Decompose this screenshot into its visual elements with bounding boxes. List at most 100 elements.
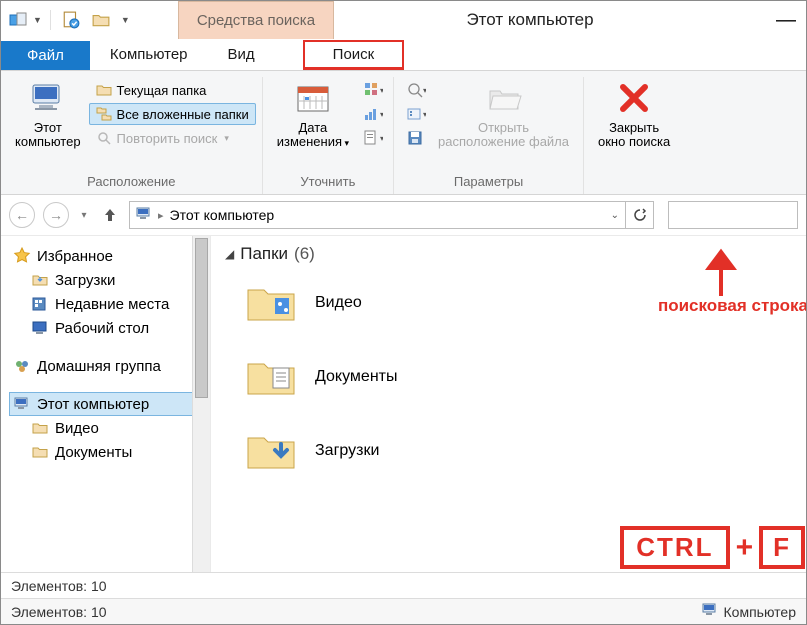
folder-open-icon — [485, 79, 523, 117]
search-again-icon — [96, 130, 112, 146]
key-f: F — [759, 526, 805, 569]
qat-properties-button[interactable] — [59, 8, 83, 32]
folder-icon — [245, 354, 297, 400]
key-ctrl: CTRL — [620, 526, 729, 569]
svg-text:▾: ▾ — [380, 86, 383, 95]
folder-icon — [245, 428, 297, 474]
calendar-icon — [294, 79, 332, 117]
repeat-search-button[interactable]: Повторить поиск ▾ — [89, 127, 256, 149]
recent-icon — [31, 295, 49, 313]
path-separator-icon[interactable]: ▸ — [158, 209, 164, 222]
group-label: Расположение — [87, 174, 175, 194]
ribbon-group-options: ▾ ▾ Открытьрасположение файла Параметры — [394, 77, 584, 194]
up-button[interactable] — [99, 204, 121, 226]
svg-text:▾: ▾ — [380, 134, 383, 143]
label: Этоткомпьютер — [15, 121, 81, 150]
tree-this-pc[interactable]: Этот компьютер — [9, 392, 210, 416]
save-search-button[interactable] — [406, 129, 426, 147]
tree-video[interactable]: Видео — [9, 416, 210, 440]
folder-icon — [31, 419, 49, 437]
group-label: Уточнить — [300, 174, 355, 194]
all-subfolders-button[interactable]: Все вложенные папки — [89, 103, 256, 125]
divider — [50, 10, 51, 30]
tree-documents[interactable]: Документы — [9, 440, 210, 464]
address-bar[interactable]: ▸ Этот компьютер ⌄ — [129, 201, 626, 229]
tree-homegroup[interactable]: Домашняя группа — [9, 354, 210, 378]
size-filter-button[interactable]: ▾ — [363, 105, 383, 123]
address-text: Этот компьютер — [170, 207, 275, 223]
computer-icon — [29, 79, 67, 117]
tree-recent-places[interactable]: Недавние места — [9, 292, 210, 316]
pc-icon — [136, 207, 152, 224]
window-title: Этот компьютер — [334, 10, 766, 30]
tab-file[interactable]: Файл — [1, 41, 90, 70]
other-props-button[interactable]: ▾ — [363, 129, 383, 147]
status-bar-outer: Элементов: 10 Компьютер — [1, 598, 806, 624]
forward-button[interactable]: → — [43, 202, 69, 228]
label: Датаизменения ▾ — [277, 121, 349, 150]
files-pane[interactable]: ◢ Папки (6) Видео Документы Загрузки пои… — [211, 236, 806, 572]
folder-icon — [31, 443, 49, 461]
close-icon — [615, 79, 653, 117]
computer-icon — [702, 603, 718, 620]
annotation-shortcut: CTRL + F — [620, 526, 805, 569]
folder-documents[interactable]: Документы — [225, 354, 792, 400]
tab-computer[interactable]: Компьютер — [90, 40, 208, 70]
folder-icon — [96, 82, 112, 98]
ribbon: Этоткомпьютер Текущая папка Все вложенны… — [1, 71, 806, 195]
homegroup-icon — [13, 357, 31, 375]
content-area: Избранное Загрузки Недавние места Рабочи… — [1, 235, 806, 572]
svg-text:▾: ▾ — [423, 86, 426, 95]
group-label: Параметры — [454, 174, 523, 194]
app-icon — [9, 12, 27, 28]
tab-view[interactable]: Вид — [208, 40, 275, 70]
status-bar-inner: Элементов: 10 — [1, 572, 806, 598]
tree-scrollbar[interactable] — [192, 236, 210, 572]
quick-access-toolbar: ▼ ▼ — [1, 1, 138, 39]
annotation-search-label: поисковая строка — [658, 296, 806, 316]
folder-downloads[interactable]: Загрузки — [225, 428, 792, 474]
title-bar: ▼ ▼ Средства поиска Этот компьютер — — [1, 1, 806, 39]
explorer-window: ▼ ▼ Средства поиска Этот компьютер — Фай… — [0, 0, 807, 625]
collapse-triangle-icon[interactable]: ◢ — [225, 247, 234, 261]
minimize-button[interactable]: — — [766, 1, 806, 39]
annotation-arrow-icon — [701, 246, 741, 299]
search-input[interactable] — [668, 201, 798, 229]
date-modified-button[interactable]: Датаизменения ▾ — [269, 77, 357, 150]
tree-favorites[interactable]: Избранное — [9, 244, 210, 268]
tree-desktop[interactable]: Рабочий стол — [9, 316, 210, 340]
current-folder-button[interactable]: Текущая папка — [89, 79, 256, 101]
advanced-options-button[interactable]: ▾ — [406, 105, 426, 123]
close-search-button[interactable]: Закрытьокно поиска — [590, 77, 678, 150]
folder-tree-icon — [96, 106, 112, 122]
open-file-location-button: Открытьрасположение файла — [430, 77, 577, 150]
svg-text:▾: ▾ — [380, 110, 383, 119]
desktop-icon — [31, 319, 49, 337]
history-dropdown-icon[interactable]: ▾ — [77, 208, 91, 222]
ribbon-tabstrip: Файл Компьютер Вид Поиск — [1, 39, 806, 71]
qat-new-folder-button[interactable] — [89, 8, 113, 32]
qat-customize-chevron-icon[interactable]: ▼ — [121, 15, 130, 25]
ribbon-group-close: Закрытьокно поиска — [584, 77, 684, 194]
address-dropdown-icon[interactable]: ⌄ — [611, 210, 619, 221]
label: Открытьрасположение файла — [438, 121, 569, 150]
refresh-button[interactable] — [626, 201, 654, 229]
label: Закрытьокно поиска — [598, 121, 670, 150]
app-menu-chevron-icon[interactable]: ▼ — [33, 15, 42, 25]
folder-icon — [245, 280, 297, 326]
computer-icon — [13, 395, 31, 413]
contextual-tab-header: Средства поиска — [178, 1, 334, 39]
ribbon-group-location: Этоткомпьютер Текущая папка Все вложенны… — [1, 77, 263, 194]
tab-search[interactable]: Поиск — [303, 40, 405, 70]
kind-filter-button[interactable]: ▾ — [363, 81, 383, 99]
navigation-bar: ← → ▾ ▸ Этот компьютер ⌄ — [1, 195, 806, 235]
recent-searches-button[interactable]: ▾ — [406, 81, 426, 99]
tree-downloads[interactable]: Загрузки — [9, 268, 210, 292]
svg-text:▾: ▾ — [423, 110, 426, 119]
plus-icon: + — [736, 531, 754, 565]
folder-icon — [31, 271, 49, 289]
star-icon — [13, 247, 31, 265]
navigation-pane: Избранное Загрузки Недавние места Рабочи… — [1, 236, 211, 572]
back-button[interactable]: ← — [9, 202, 35, 228]
this-pc-button[interactable]: Этоткомпьютер — [7, 77, 89, 150]
